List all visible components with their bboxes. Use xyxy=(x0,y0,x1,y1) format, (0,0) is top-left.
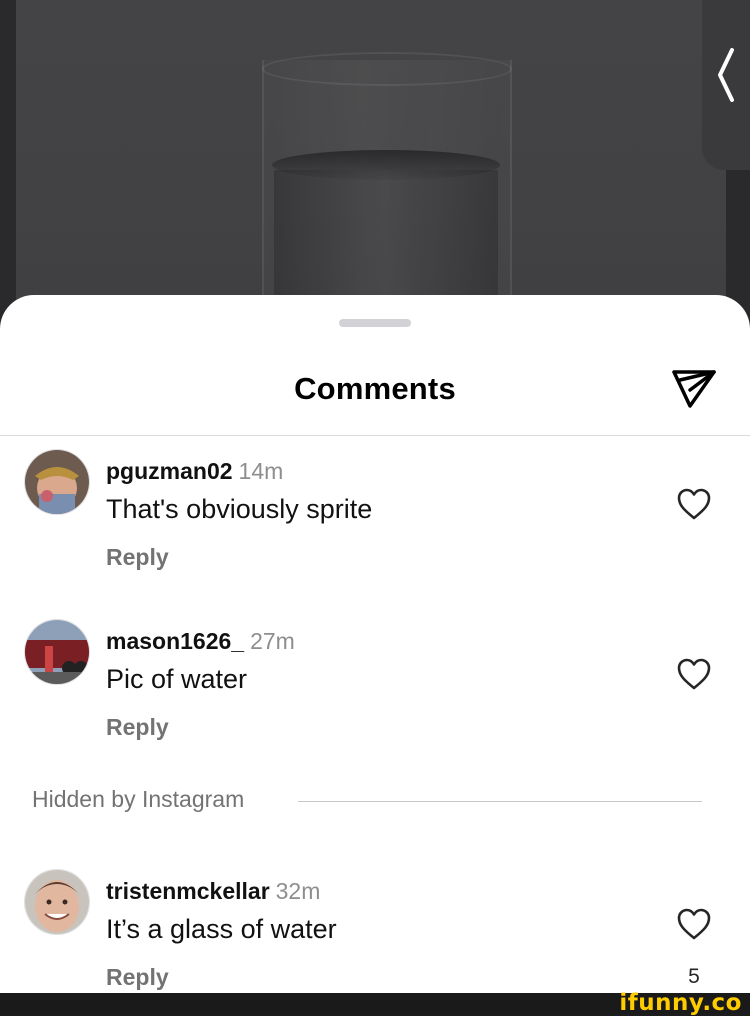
avatar-image xyxy=(25,450,89,514)
avatar[interactable] xyxy=(24,869,90,935)
comment-time: 27m xyxy=(250,628,295,654)
post-background xyxy=(0,0,750,340)
heart-icon[interactable] xyxy=(676,657,712,691)
share-button[interactable] xyxy=(670,367,718,411)
comment-text: Pic of water xyxy=(106,664,248,694)
comment-time: 32m xyxy=(275,878,321,904)
chevron-left-icon xyxy=(718,48,734,102)
hidden-comments-divider xyxy=(298,801,702,802)
comment-text: That's obviously sprite xyxy=(106,494,373,524)
comment-meta: tristenmckellar 32m xyxy=(106,878,320,905)
comments-sheet: Comments pguzman02 14m That's obviously s… xyxy=(0,295,750,993)
avatar-image xyxy=(25,870,89,934)
comment-item: pguzman02 14m That's obviously sprite Rep… xyxy=(0,449,750,589)
avatar[interactable] xyxy=(24,449,90,515)
hidden-comments-toggle[interactable]: Hidden by Instagram xyxy=(0,783,750,817)
hidden-comments-label: Hidden by Instagram xyxy=(32,786,245,812)
comment-item: tristenmckellar 32m It’s a glass of water… xyxy=(0,869,750,1009)
heart-icon[interactable] xyxy=(676,487,712,521)
avatar-image xyxy=(25,620,89,684)
comment-username[interactable]: mason1626_ xyxy=(106,628,244,654)
comment-time: 14m xyxy=(238,458,284,484)
send-icon xyxy=(672,370,716,408)
like-count: 5 xyxy=(688,965,700,988)
reply-button[interactable]: Reply xyxy=(106,964,169,991)
comment-meta: pguzman02 14m xyxy=(106,458,283,485)
comment-username[interactable]: pguzman02 xyxy=(106,458,233,484)
comment-text: It’s a glass of water xyxy=(106,914,337,944)
watermark-bar: ifunny.co xyxy=(0,990,750,1016)
comment-item: mason1626_ 27m Pic of water Reply xyxy=(0,619,750,759)
comment-meta: mason1626_ 27m xyxy=(106,628,295,655)
sheet-title: Comments xyxy=(294,371,456,406)
header-divider xyxy=(0,435,750,436)
avatar[interactable] xyxy=(24,619,90,685)
reply-button[interactable]: Reply xyxy=(106,544,169,571)
heart-icon[interactable] xyxy=(676,907,712,941)
side-tab-button[interactable] xyxy=(702,0,750,170)
sheet-grabber[interactable] xyxy=(339,319,411,327)
comment-username[interactable]: tristenmckellar xyxy=(106,878,270,904)
reply-button[interactable]: Reply xyxy=(106,714,169,741)
ifunny-watermark: ifunny.co xyxy=(619,990,742,1016)
